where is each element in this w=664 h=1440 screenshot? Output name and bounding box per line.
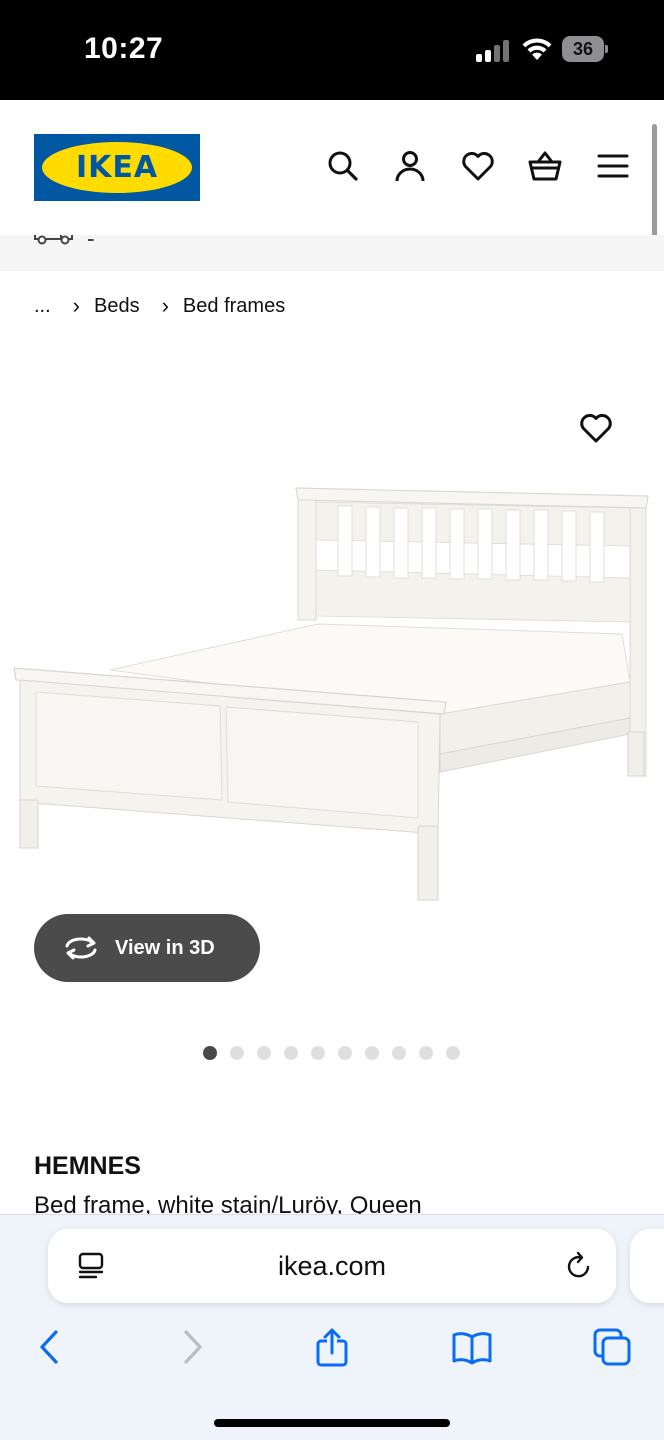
promo-link[interactable] (88, 235, 448, 244)
menu-icon[interactable] (595, 148, 631, 184)
status-time: 10:27 (84, 32, 164, 65)
browser-toolbar: ikea.com (0, 1214, 664, 1440)
chevron-right-icon: › (161, 293, 169, 318)
chevron-right-icon: › (72, 293, 80, 318)
next-tab-preview[interactable] (630, 1229, 664, 1303)
bookmarks-icon[interactable] (452, 1327, 492, 1367)
tabs-icon[interactable] (592, 1327, 632, 1367)
carousel-dot[interactable] (311, 1046, 325, 1060)
carousel-dot[interactable] (203, 1046, 217, 1060)
promo-banner (0, 235, 664, 271)
breadcrumb-ellipsis[interactable]: ... (34, 295, 51, 318)
battery-level: 36 (572, 39, 594, 59)
home-indicator (214, 1419, 450, 1427)
cart-icon[interactable] (527, 148, 563, 184)
site-header: IKEA (0, 100, 664, 235)
reload-icon[interactable] (564, 1251, 594, 1281)
carousel-dot[interactable] (365, 1046, 379, 1060)
account-icon[interactable] (392, 148, 428, 184)
breadcrumb-item-beds[interactable]: Beds (94, 295, 140, 318)
favourites-icon[interactable] (460, 148, 496, 184)
carousel-dot[interactable] (338, 1046, 352, 1060)
carousel-dot[interactable] (446, 1046, 460, 1060)
breadcrumb-item-bed-frames[interactable]: Bed frames (183, 295, 285, 318)
view-in-3d-label: View in 3D (115, 937, 215, 959)
status-bar: 10:27 36 (0, 0, 664, 100)
address-bar[interactable]: ikea.com (48, 1229, 616, 1303)
delivery-truck-icon (34, 235, 73, 245)
product-name: HEMNES (34, 1152, 141, 1180)
search-icon[interactable] (325, 148, 361, 184)
ikea-logo[interactable]: IKEA (34, 134, 200, 201)
image-carousel-dots[interactable] (203, 1046, 460, 1060)
url-text: ikea.com (277, 1251, 387, 1281)
logo-text: IKEA (75, 150, 159, 185)
product-image[interactable] (10, 482, 654, 904)
back-icon[interactable] (30, 1327, 70, 1367)
breadcrumb: ... › Beds › Bed frames (34, 292, 285, 320)
carousel-dot[interactable] (230, 1046, 244, 1060)
carousel-dot[interactable] (419, 1046, 433, 1060)
rotate-3d-icon (65, 936, 97, 960)
carousel-dot[interactable] (392, 1046, 406, 1060)
wifi-icon (522, 38, 552, 60)
forward-icon[interactable] (172, 1327, 212, 1367)
share-icon[interactable] (312, 1327, 352, 1367)
view-in-3d-button[interactable]: View in 3D (34, 914, 260, 982)
battery-icon: 36 (562, 36, 608, 62)
signal-icon (476, 40, 510, 62)
carousel-dot[interactable] (257, 1046, 271, 1060)
add-to-favourites-icon[interactable] (578, 410, 614, 446)
carousel-dot[interactable] (284, 1046, 298, 1060)
